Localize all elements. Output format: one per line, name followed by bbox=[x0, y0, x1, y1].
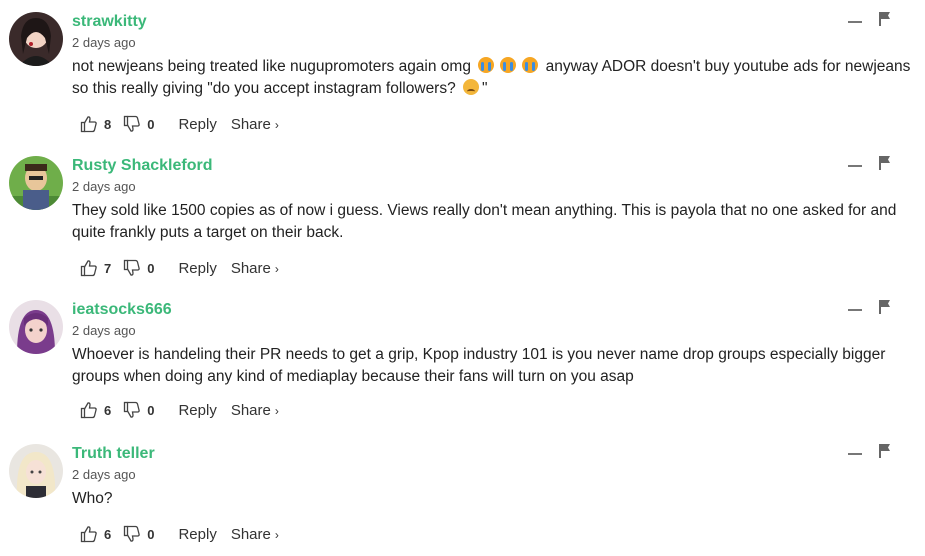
share-button[interactable]: Share › bbox=[231, 116, 279, 133]
pleading-face-emoji-icon bbox=[463, 79, 480, 95]
comment-text-part: not newjeans being treated like nuguprom… bbox=[72, 58, 476, 75]
comment-actions: 6 0 Reply Share › bbox=[80, 400, 279, 420]
username[interactable]: Truth teller bbox=[72, 444, 155, 464]
thumbs-down-icon[interactable] bbox=[123, 259, 141, 277]
timestamp[interactable]: 2 days ago bbox=[72, 179, 136, 195]
share-button[interactable]: Share › bbox=[231, 260, 279, 277]
crying-face-emoji-icon bbox=[500, 57, 517, 73]
share-label: Share bbox=[230, 401, 271, 419]
comment-actions: 7 0 Reply Share › bbox=[80, 258, 279, 278]
timestamp[interactable]: 2 days ago bbox=[72, 35, 136, 51]
thumbs-down-icon[interactable] bbox=[123, 525, 141, 543]
minus-icon[interactable] bbox=[848, 160, 862, 170]
thumbs-up-icon[interactable] bbox=[80, 525, 98, 543]
timestamp[interactable]: 2 days ago bbox=[72, 323, 136, 339]
crying-face-emoji-icon bbox=[478, 57, 495, 73]
chevron-right-icon: › bbox=[274, 527, 279, 542]
reply-button[interactable]: Reply bbox=[178, 402, 216, 419]
minus-icon[interactable] bbox=[848, 304, 862, 314]
like-count: 8 bbox=[104, 116, 112, 132]
dislike-count: 0 bbox=[147, 402, 155, 418]
thumbs-down-icon[interactable] bbox=[123, 401, 141, 419]
avatar[interactable] bbox=[9, 12, 63, 66]
avatar[interactable] bbox=[9, 444, 63, 498]
username[interactable]: Rusty Shackleford bbox=[72, 156, 212, 176]
flag-icon[interactable] bbox=[878, 443, 892, 459]
share-label: Share bbox=[230, 115, 271, 133]
minus-icon[interactable] bbox=[848, 16, 862, 26]
comment-text-part: " bbox=[482, 80, 488, 97]
comment-actions: 8 0 Reply Share › bbox=[80, 114, 279, 134]
flag-icon[interactable] bbox=[878, 299, 892, 315]
flag-icon[interactable] bbox=[878, 11, 892, 27]
dislike-count: 0 bbox=[147, 116, 155, 132]
share-label: Share bbox=[230, 525, 271, 543]
dislike-count: 0 bbox=[147, 260, 155, 276]
timestamp[interactable]: 2 days ago bbox=[72, 467, 136, 483]
thumbs-up-icon[interactable] bbox=[80, 401, 98, 419]
reply-button[interactable]: Reply bbox=[178, 526, 216, 543]
chevron-right-icon: › bbox=[274, 117, 279, 132]
dislike-count: 0 bbox=[147, 526, 155, 542]
share-button[interactable]: Share › bbox=[231, 526, 279, 543]
avatar[interactable] bbox=[9, 300, 63, 354]
reply-button[interactable]: Reply bbox=[178, 116, 216, 133]
username[interactable]: ieatsocks666 bbox=[72, 300, 172, 320]
comment-text: not newjeans being treated like nuguprom… bbox=[72, 56, 917, 100]
share-button[interactable]: Share › bbox=[231, 402, 279, 419]
username[interactable]: strawkitty bbox=[72, 12, 147, 32]
comment-text: They sold like 1500 copies as of now i g… bbox=[72, 202, 897, 241]
like-count: 7 bbox=[104, 260, 112, 276]
comment-text: Who? bbox=[72, 490, 113, 507]
comment-actions: 6 0 Reply Share › bbox=[80, 524, 279, 544]
minus-icon[interactable] bbox=[848, 448, 862, 458]
chevron-right-icon: › bbox=[274, 403, 279, 418]
share-label: Share bbox=[230, 259, 271, 277]
like-count: 6 bbox=[104, 402, 112, 418]
reply-button[interactable]: Reply bbox=[178, 260, 216, 277]
comment-text: Whoever is handeling their PR needs to g… bbox=[72, 346, 886, 385]
chevron-right-icon: › bbox=[274, 261, 279, 276]
crying-face-emoji-icon bbox=[522, 57, 539, 73]
like-count: 6 bbox=[104, 526, 112, 542]
thumbs-down-icon[interactable] bbox=[123, 115, 141, 133]
avatar[interactable] bbox=[9, 156, 63, 210]
flag-icon[interactable] bbox=[878, 155, 892, 171]
thumbs-up-icon[interactable] bbox=[80, 115, 98, 133]
thumbs-up-icon[interactable] bbox=[80, 259, 98, 277]
